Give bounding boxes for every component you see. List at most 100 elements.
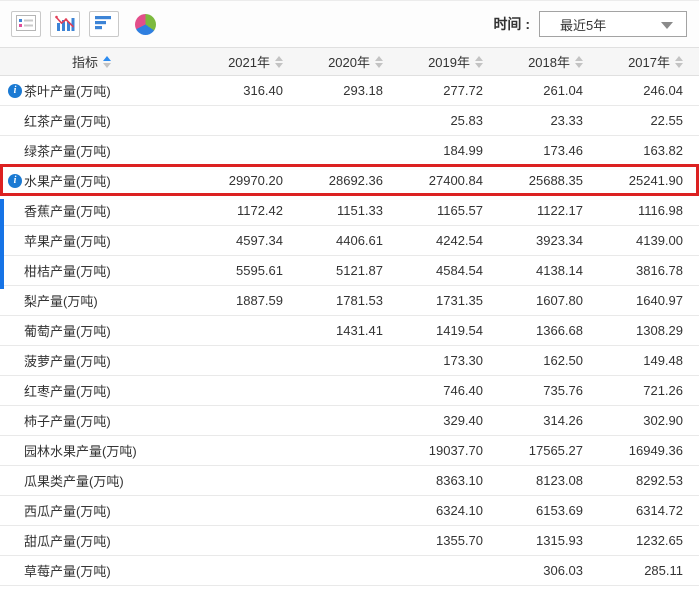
value-cell: 22.55: [650, 113, 683, 128]
chevron-down-icon: [661, 22, 673, 29]
table-body: i 茶叶产量(万吨) 316.40 293.18 277.72 261.04 246.04 红…: [0, 76, 699, 586]
year-header-label: 2018年: [528, 55, 570, 70]
pie-chart-button[interactable]: [132, 11, 158, 37]
table-row[interactable]: 苹果产量(万吨) 4597.34 4406.61 4242.54 3923.34 4139…: [0, 226, 699, 256]
indicator-cell: 红枣产量(万吨): [0, 381, 183, 400]
indicator-cell: 梨产量(万吨): [0, 291, 183, 310]
value-cell: 3923.34: [536, 233, 583, 248]
value-cell: 314.26: [543, 413, 583, 428]
value-cell: 1165.57: [436, 203, 483, 218]
info-icon[interactable]: i: [8, 173, 22, 188]
indicator-cell: 葡萄产量(万吨): [0, 321, 183, 340]
value-cell: 4242.54: [436, 233, 483, 248]
time-range-select[interactable]: 最近5年: [539, 11, 687, 37]
horizontal-bar-chart-button[interactable]: [89, 11, 119, 37]
value-cell: 25.83: [450, 113, 483, 128]
year-column-header-2017[interactable]: 2017年: [583, 52, 683, 71]
indicator-cell: 柿子产量(万吨): [0, 411, 183, 430]
value-cell: 4597.34: [236, 233, 283, 248]
list-view-icon: [16, 14, 36, 34]
table-row[interactable]: 梨产量(万吨) 1887.59 1781.53 1731.35 1607.80 1640.…: [0, 286, 699, 316]
indicator-label: 瓜果类产量(万吨): [24, 474, 124, 489]
list-view-button[interactable]: [11, 11, 41, 37]
indicator-label: 红茶产量(万吨): [24, 114, 111, 129]
table-row[interactable]: 菠萝产量(万吨) 173.30 162.50 149.48: [0, 346, 699, 376]
value-cell: 6314.72: [636, 503, 683, 518]
info-icon[interactable]: i: [8, 83, 22, 98]
table-row[interactable]: 绿茶产量(万吨) 184.99 173.46 163.82: [0, 136, 699, 166]
value-cell: 721.26: [643, 383, 683, 398]
indicator-cell: 柑桔产量(万吨): [0, 261, 183, 280]
value-cell: 163.82: [643, 143, 683, 158]
year-header-label: 2020年: [328, 55, 370, 70]
indicator-label: 绿茶产量(万吨): [24, 144, 111, 159]
indicator-cell: 草莓产量(万吨): [0, 561, 183, 580]
time-filter: 时间 : 最近5年: [493, 11, 687, 37]
value-cell: 8123.08: [536, 473, 583, 488]
table-row[interactable]: 草莓产量(万吨) 306.03 285.11: [0, 556, 699, 586]
value-cell: 329.40: [443, 413, 483, 428]
indicator-cell: i 茶叶产量(万吨): [0, 81, 183, 100]
scroll-indicator[interactable]: [0, 199, 4, 289]
table-row[interactable]: 红枣产量(万吨) 746.40 735.76 721.26: [0, 376, 699, 406]
table-row[interactable]: 柿子产量(万吨) 329.40 314.26 302.90: [0, 406, 699, 436]
indicator-label: 葡萄产量(万吨): [24, 324, 111, 339]
table-row[interactable]: 柑桔产量(万吨) 5595.61 5121.87 4584.54 4138.14 3816…: [0, 256, 699, 286]
indicator-label: 甜瓜产量(万吨): [24, 534, 111, 549]
time-label: 时间 :: [493, 16, 530, 32]
value-cell: 27400.84: [428, 173, 483, 188]
indicator-label: 柿子产量(万吨): [24, 414, 111, 429]
table-row[interactable]: i 茶叶产量(万吨) 316.40 293.18 277.72 261.04 246.04: [0, 76, 699, 106]
value-cell: 173.30: [443, 353, 483, 368]
toolbar: 时间 : 最近5年: [0, 1, 699, 47]
table-row[interactable]: 香蕉产量(万吨) 1172.42 1151.33 1165.57 1122.17 1116…: [0, 196, 699, 226]
indicator-label: 西瓜产量(万吨): [24, 504, 111, 519]
indicator-cell: i 水果产量(万吨): [0, 171, 183, 190]
indicator-label: 菠萝产量(万吨): [24, 354, 111, 369]
table-row[interactable]: i 水果产量(万吨) 29970.20 28692.36 27400.84 25688.3…: [0, 164, 699, 196]
value-cell: 302.90: [643, 413, 683, 428]
table-row[interactable]: 瓜果类产量(万吨) 8363.10 8123.08 8292.53: [0, 466, 699, 496]
value-cell: 735.76: [543, 383, 583, 398]
indicator-cell: 苹果产量(万吨): [0, 231, 183, 250]
year-column-header-2021[interactable]: 2021年: [183, 52, 283, 71]
indicator-label: 香蕉产量(万吨): [24, 204, 111, 219]
value-cell: 5595.61: [236, 263, 283, 278]
value-cell: 1355.70: [436, 533, 483, 548]
value-cell: 1366.68: [536, 323, 583, 338]
value-cell: 1315.93: [536, 533, 583, 548]
value-cell: 1122.17: [536, 203, 583, 218]
line-bar-chart-icon: [55, 15, 75, 34]
value-cell: 306.03: [543, 563, 583, 578]
table-row[interactable]: 园林水果产量(万吨) 19037.70 17565.27 16949.36: [0, 436, 699, 466]
year-column-header-2019[interactable]: 2019年: [383, 52, 483, 71]
value-cell: 8292.53: [636, 473, 683, 488]
value-cell: 8363.10: [436, 473, 483, 488]
indicator-label: 茶叶产量(万吨): [24, 84, 111, 99]
value-cell: 173.46: [543, 143, 583, 158]
indicator-column-header[interactable]: 指标: [0, 52, 183, 71]
value-cell: 29970.20: [228, 173, 283, 188]
table-row[interactable]: 西瓜产量(万吨) 6324.10 6153.69 6314.72: [0, 496, 699, 526]
table-row[interactable]: 葡萄产量(万吨) 1431.41 1419.54 1366.68 1308.29: [0, 316, 699, 346]
horizontal-bar-chart-icon: [95, 15, 113, 33]
value-cell: 1607.80: [536, 293, 583, 308]
table-row[interactable]: 红茶产量(万吨) 25.83 23.33 22.55: [0, 106, 699, 136]
value-cell: 277.72: [443, 83, 483, 98]
value-cell: 3816.78: [636, 263, 683, 278]
stats-table-app: 时间 : 最近5年 指标 2021年 2020年 2019年 2018年 201…: [0, 0, 699, 592]
value-cell: 149.48: [643, 353, 683, 368]
indicator-cell: 园林水果产量(万吨): [0, 441, 183, 460]
value-cell: 1116.98: [637, 203, 683, 218]
table-row[interactable]: 甜瓜产量(万吨) 1355.70 1315.93 1232.65: [0, 526, 699, 556]
year-column-header-2020[interactable]: 2020年: [283, 52, 383, 71]
indicator-cell: 绿茶产量(万吨): [0, 141, 183, 160]
time-range-value: 最近5年: [560, 17, 607, 33]
value-cell: 285.11: [644, 563, 683, 578]
line-bar-chart-button[interactable]: [50, 11, 80, 37]
value-cell: 19037.70: [428, 443, 483, 458]
value-cell: 4584.54: [436, 263, 483, 278]
indicator-label: 草莓产量(万吨): [24, 564, 111, 579]
year-column-header-2018[interactable]: 2018年: [483, 52, 583, 71]
table-header: 指标 2021年 2020年 2019年 2018年 2017年: [0, 47, 699, 76]
